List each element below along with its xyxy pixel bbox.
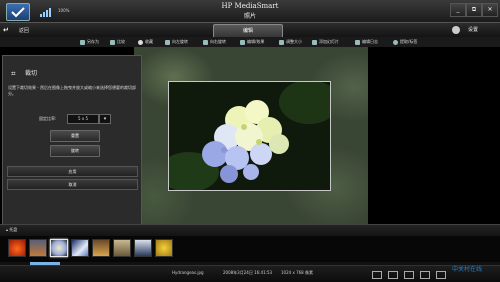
restore-button[interactable]: ⧉ bbox=[466, 3, 482, 17]
stage-nav[interactable] bbox=[224, 229, 268, 244]
ratio-select[interactable]: 5 x 5 bbox=[67, 114, 99, 124]
back-arrow-icon: ↵ bbox=[3, 26, 9, 34]
cancel-button[interactable]: 取消 bbox=[7, 179, 138, 190]
file-dimensions: 1024 x 768 像素 bbox=[281, 270, 313, 275]
save-as-button[interactable]: 另存为 bbox=[80, 38, 99, 46]
crop-selection[interactable] bbox=[168, 81, 331, 191]
resize-icon bbox=[279, 39, 284, 45]
save-as-icon bbox=[80, 39, 85, 45]
effects-icon bbox=[240, 39, 245, 45]
slideshow-icon bbox=[312, 39, 317, 45]
tag-icon bbox=[393, 39, 398, 45]
crop-icon: ⌗ bbox=[11, 69, 16, 78]
edit-effects-button[interactable]: 编辑/效果 bbox=[240, 38, 264, 46]
resize-button[interactable]: 调整大小 bbox=[279, 38, 302, 46]
minimize-button[interactable]: _ bbox=[450, 3, 466, 17]
fullscreen-icon[interactable] bbox=[388, 271, 398, 279]
ratio-label: 固定比率: bbox=[39, 116, 57, 121]
thumbnail-selected[interactable] bbox=[50, 239, 68, 257]
section-title: 照片 bbox=[243, 13, 256, 20]
nav-bar: ↵ 返回 编辑 设置 bbox=[0, 22, 500, 38]
crop-description: 设置下裁切效果 - 然后在图像上拖曳并放大或缩小来选择您想要的裁切部分。 bbox=[8, 85, 136, 96]
zoom-icon[interactable] bbox=[420, 271, 430, 279]
edit-log-button[interactable]: 编辑日志 bbox=[355, 38, 378, 46]
compare-button[interactable]: 比较 bbox=[110, 38, 125, 46]
file-datetime: 2008年3月24日 16:41:53 bbox=[223, 270, 273, 275]
title-bar: 100% HP MediaSmart 照片 _ ⧉ ✕ bbox=[0, 0, 500, 22]
crop-panel-title: 裁切 bbox=[25, 70, 38, 77]
thumbnail[interactable] bbox=[134, 239, 152, 257]
close-button[interactable]: ✕ bbox=[482, 3, 498, 17]
crop-panel: ⌗ 裁切 设置下裁切效果 - 然后在图像上拖曳并放大或缩小来选择您想要的裁切部分… bbox=[2, 55, 142, 227]
apply-button[interactable]: 应用 bbox=[7, 166, 138, 177]
filmstrip bbox=[0, 236, 500, 264]
rotate-left-icon bbox=[165, 39, 170, 45]
settings-label: 设置 bbox=[468, 27, 479, 33]
back-button[interactable]: ↵ 返回 bbox=[3, 25, 48, 35]
thumbnail[interactable] bbox=[29, 239, 47, 257]
log-icon bbox=[355, 39, 360, 45]
rotate-right-icon bbox=[203, 39, 208, 45]
fit-icon[interactable] bbox=[404, 271, 414, 279]
star-icon bbox=[138, 39, 143, 45]
thumbnail[interactable] bbox=[113, 239, 131, 257]
thumbnail[interactable] bbox=[155, 239, 173, 257]
file-name: Hydrangeas.jpg bbox=[172, 270, 204, 275]
settings-button[interactable]: 设置 bbox=[452, 24, 498, 36]
reset-button[interactable]: 重置 bbox=[50, 130, 100, 142]
rotate-left-button[interactable]: 向左旋转 bbox=[165, 38, 188, 46]
delete-icon[interactable] bbox=[436, 271, 446, 279]
rotate-right-button[interactable]: 向右旋转 bbox=[203, 38, 226, 46]
thumbnail[interactable] bbox=[8, 239, 26, 257]
thumbnail[interactable] bbox=[71, 239, 89, 257]
screen-icon[interactable] bbox=[372, 271, 382, 279]
thumbnail[interactable] bbox=[92, 239, 110, 257]
compare-icon bbox=[110, 39, 115, 45]
filmstrip-label: ▴ 托盘 bbox=[6, 227, 18, 232]
extract-tag-button[interactable]: 提取/标签 bbox=[393, 38, 417, 46]
chevron-down-icon[interactable]: ▾ bbox=[99, 114, 111, 124]
favorite-button[interactable]: 收藏 bbox=[138, 38, 153, 46]
rotate-button[interactable]: 旋转 bbox=[50, 145, 100, 157]
app-title: HP MediaSmart bbox=[221, 2, 279, 10]
status-bar: Hydrangeas.jpg 2008年3月24日 16:41:53 1024 … bbox=[0, 265, 500, 282]
add-slideshow-button[interactable]: 添加幻灯片 bbox=[312, 38, 339, 46]
back-label: 返回 bbox=[18, 28, 29, 34]
gear-icon bbox=[452, 25, 460, 34]
tab-edit[interactable]: 编辑 bbox=[213, 24, 283, 38]
watermark: 中关村在线 bbox=[452, 266, 483, 273]
